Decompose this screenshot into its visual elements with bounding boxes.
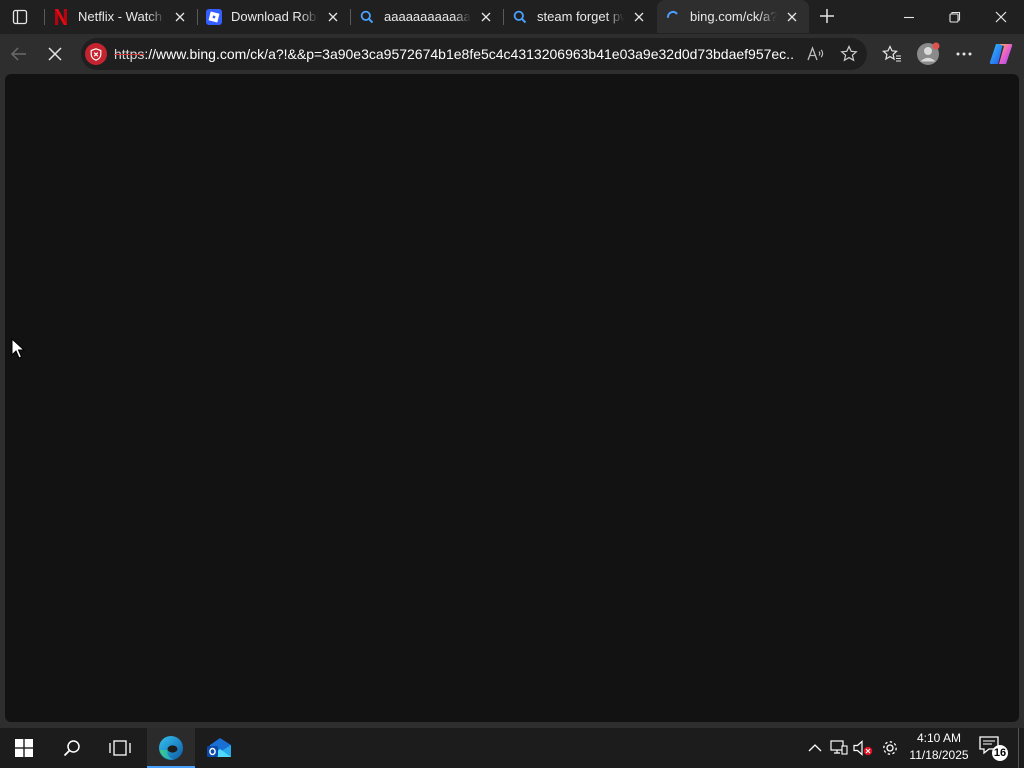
address-bar[interactable]: https://www.bing.com/ck/a?!&&p=3a90e3ca9… xyxy=(81,38,867,70)
tab-bing-active[interactable]: bing.com/ck/a?!& xyxy=(657,0,809,33)
minimize-icon xyxy=(904,16,914,18)
read-aloud-button[interactable] xyxy=(803,42,829,66)
restore-button[interactable] xyxy=(932,0,978,33)
close-tab-icon[interactable] xyxy=(783,8,801,26)
volume-muted-icon xyxy=(853,740,873,756)
edge-taskbar-button[interactable] xyxy=(147,728,195,768)
web-page-loading[interactable] xyxy=(5,74,1019,722)
show-hidden-icons-button[interactable] xyxy=(804,736,826,760)
close-tab-icon[interactable] xyxy=(477,8,495,26)
back-arrow-icon xyxy=(10,47,26,61)
settings-button[interactable] xyxy=(879,736,901,760)
close-window-button[interactable] xyxy=(978,0,1024,33)
outlook-icon xyxy=(207,738,231,757)
tab-search-steam[interactable]: steam forget pw xyxy=(504,0,656,33)
copilot-button[interactable] xyxy=(986,39,1016,69)
search-icon xyxy=(512,9,528,25)
network-icon xyxy=(830,740,848,755)
outlook-taskbar-button[interactable] xyxy=(196,728,244,768)
browser-content-area xyxy=(0,74,1024,728)
close-tab-icon[interactable] xyxy=(171,8,189,26)
minimize-button[interactable] xyxy=(886,0,932,33)
tab-netflix[interactable]: Netflix - Watch TV xyxy=(45,0,197,33)
roblox-icon xyxy=(206,8,222,25)
search-icon xyxy=(63,740,80,757)
clock[interactable]: 4:10 AM 11/18/2025 xyxy=(906,730,972,766)
edge-icon xyxy=(159,736,183,760)
clock-time: 4:10 AM xyxy=(916,731,962,745)
tab-strip: Netflix - Watch TV Download Roblox xyxy=(0,0,1024,34)
search-icon xyxy=(359,9,375,25)
close-icon xyxy=(995,11,1007,22)
clock-date: 11/18/2025 xyxy=(909,748,969,762)
settings-gear-icon xyxy=(883,741,897,755)
start-icon xyxy=(15,739,33,757)
favorites-icon xyxy=(882,45,901,62)
task-view-icon xyxy=(109,740,131,756)
netflix-icon xyxy=(53,8,69,25)
add-favorite-star-icon xyxy=(840,45,858,62)
loading-spinner-icon xyxy=(665,9,681,25)
taskbar-search-button[interactable] xyxy=(48,728,96,768)
tab-title: bing.com/ck/a?!& xyxy=(690,9,777,24)
copilot-icon xyxy=(989,44,1013,64)
close-tab-icon[interactable] xyxy=(324,8,342,26)
url-text[interactable]: https://www.bing.com/ck/a?!&&p=3a90e3ca9… xyxy=(114,46,794,62)
not-secure-shield-icon[interactable] xyxy=(85,43,107,65)
notification-count-badge: 16 xyxy=(992,745,1008,761)
stop-loading-icon xyxy=(48,47,62,61)
tab-title: steam forget pw xyxy=(537,9,624,24)
stop-loading-button[interactable] xyxy=(40,39,70,69)
url-path: ://www.bing.com/ck/a?!&&p=3a90e3ca957267… xyxy=(144,46,794,62)
add-favorite-button[interactable] xyxy=(836,42,862,66)
network-button[interactable] xyxy=(828,736,850,760)
taskbar: 4:10 AM 11/18/2025 16 xyxy=(0,728,1024,768)
task-view-button[interactable] xyxy=(96,728,144,768)
back-button[interactable] xyxy=(4,39,34,69)
browser-toolbar: https://www.bing.com/ck/a?!&&p=3a90e3ca9… xyxy=(0,34,1024,74)
tab-title: Download Roblox xyxy=(231,9,318,24)
tab-actions-icon xyxy=(12,9,28,25)
read-aloud-icon xyxy=(807,46,824,61)
profile-avatar-icon xyxy=(917,42,940,65)
close-tab-icon[interactable] xyxy=(630,8,648,26)
volume-button[interactable] xyxy=(852,736,874,760)
more-options-icon xyxy=(956,52,972,56)
url-scheme: https xyxy=(114,46,145,62)
tab-roblox[interactable]: Download Roblox xyxy=(198,0,350,33)
notification-center-button[interactable]: 16 xyxy=(978,735,1008,761)
tab-actions-button[interactable] xyxy=(6,4,34,30)
show-hidden-icons-chevron xyxy=(808,744,822,752)
tab-title: Netflix - Watch TV xyxy=(78,9,165,24)
mouse-cursor-icon xyxy=(11,338,25,359)
new-tab-button[interactable] xyxy=(812,2,842,30)
start-button[interactable] xyxy=(0,728,48,768)
favorites-button[interactable] xyxy=(877,39,907,69)
profile-button[interactable] xyxy=(913,39,943,69)
tab-search-aaaa[interactable]: aaaaaaaaaaaaa - xyxy=(351,0,503,33)
show-desktop-button[interactable] xyxy=(1018,728,1019,768)
restore-icon xyxy=(949,11,961,23)
tab-title: aaaaaaaaaaaaa - xyxy=(384,9,471,24)
plus-icon xyxy=(820,9,834,23)
more-options-button[interactable] xyxy=(949,39,979,69)
